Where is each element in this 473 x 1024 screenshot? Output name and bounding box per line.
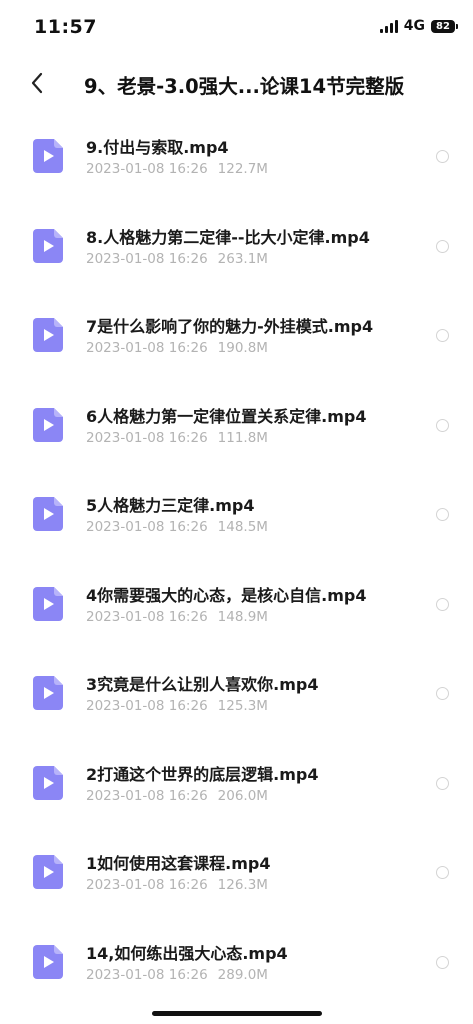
file-name: 3究竟是什么让别人喜欢你.mp4 bbox=[86, 675, 319, 694]
select-radio[interactable] bbox=[436, 150, 449, 163]
list-item[interactable]: 4你需要强大的心态，是核心自信.mp4 2023-01-08 16:26 148.… bbox=[0, 559, 473, 649]
list-item[interactable]: 8.人格魅力第二定律--比大小定律.mp4 2023-01-08 16:26 26… bbox=[0, 201, 473, 291]
list-item[interactable]: 7是什么影响了你的魅力-外挂模式.mp4 2023-01-08 16:26 190… bbox=[0, 290, 473, 380]
list-item[interactable]: 6人格魅力第一定律位置关系定律.mp4 2023-01-08 16:26 111.… bbox=[0, 380, 473, 470]
select-radio[interactable] bbox=[436, 955, 449, 969]
file-name: 9.付出与索取.mp4 bbox=[86, 138, 229, 157]
file-meta: 2023-01-08 16:26 148.5M bbox=[86, 519, 268, 535]
select-radio[interactable] bbox=[436, 508, 449, 521]
file-meta: 2023-01-08 16:26 148.9M bbox=[86, 609, 268, 625]
file-meta: 2023-01-08 16:26 125.3M bbox=[86, 698, 268, 714]
file-date: 2023-01-08 16:26 bbox=[86, 340, 208, 356]
file-size: 289.0M bbox=[217, 966, 268, 983]
file-date: 2023-01-08 16:26 bbox=[86, 787, 208, 804]
list-item[interactable]: 2打通这个世界的底层逻辑.mp4 2023-01-08 16:26 206.0M bbox=[0, 738, 473, 828]
back-button[interactable] bbox=[22, 66, 52, 100]
select-radio[interactable] bbox=[436, 687, 449, 700]
video-file-icon bbox=[33, 318, 63, 352]
file-name: 1如何使用这套课程.mp4 bbox=[86, 854, 271, 873]
file-list: 9.付出与索取.mp4 2023-01-08 16:26 122.7M 8.人格魅… bbox=[0, 111, 473, 1006]
file-meta: 2023-01-08 16:26 289.0M bbox=[86, 967, 268, 983]
video-file-icon bbox=[33, 765, 63, 800]
file-date: 2023-01-08 16:26 bbox=[86, 429, 208, 446]
file-name: 7是什么影响了你的魅力-外挂模式.mp4 bbox=[86, 317, 374, 336]
list-item[interactable]: 9.付出与索取.mp4 2023-01-08 16:26 122.7M bbox=[0, 111, 473, 201]
file-date: 2023-01-08 16:26 bbox=[86, 877, 208, 893]
file-name: 5人格魅力三定律.mp4 bbox=[86, 496, 255, 515]
file-size: 148.5M bbox=[217, 519, 268, 535]
file-date: 2023-01-08 16:26 bbox=[86, 161, 208, 177]
signal-icon bbox=[379, 19, 398, 33]
file-size: 111.8M bbox=[217, 429, 268, 446]
file-date: 2023-01-08 16:26 bbox=[86, 519, 208, 535]
file-date: 2023-01-08 16:26 bbox=[86, 698, 208, 714]
chevron-left-icon bbox=[31, 72, 43, 94]
file-size: 125.3M bbox=[217, 698, 268, 714]
status-bar: 11:57 4G 82 bbox=[0, 0, 473, 56]
video-file-icon bbox=[33, 944, 63, 979]
home-indicator[interactable] bbox=[152, 1011, 322, 1016]
file-size: 190.8M bbox=[217, 340, 268, 356]
file-name: 14,如何练出强大心态.mp4 bbox=[86, 943, 288, 963]
file-size: 206.0M bbox=[217, 787, 268, 804]
select-radio[interactable] bbox=[436, 866, 449, 879]
file-size: 122.7M bbox=[217, 161, 268, 177]
file-name: 4你需要强大的心态，是核心自信.mp4 bbox=[86, 585, 367, 605]
network-type: 4G bbox=[403, 18, 425, 34]
file-name: 8.人格魅力第二定律--比大小定律.mp4 bbox=[86, 227, 370, 247]
file-size: 126.3M bbox=[217, 877, 268, 893]
file-name: 2打通这个世界的底层逻辑.mp4 bbox=[86, 764, 319, 784]
video-file-icon bbox=[33, 676, 63, 710]
file-meta: 2023-01-08 16:26 111.8M bbox=[86, 430, 268, 446]
list-item[interactable]: 3究竟是什么让别人喜欢你.mp4 2023-01-08 16:26 125.3M bbox=[0, 648, 473, 738]
file-meta: 2023-01-08 16:26 122.7M bbox=[86, 161, 268, 177]
file-meta: 2023-01-08 16:26 206.0M bbox=[86, 788, 268, 804]
nav-bar: 9、老景-3.0强大...论课14节完整版 bbox=[0, 60, 473, 108]
file-meta: 2023-01-08 16:26 126.3M bbox=[86, 877, 268, 893]
file-date: 2023-01-08 16:26 bbox=[86, 966, 208, 983]
select-radio[interactable] bbox=[436, 418, 449, 432]
list-item[interactable]: 1如何使用这套课程.mp4 2023-01-08 16:26 126.3M bbox=[0, 827, 473, 917]
video-file-icon bbox=[33, 586, 63, 621]
file-size: 148.9M bbox=[217, 608, 268, 625]
file-date: 2023-01-08 16:26 bbox=[86, 250, 208, 267]
file-size: 263.1M bbox=[217, 250, 268, 267]
status-indicators: 4G 82 bbox=[379, 18, 458, 34]
video-file-icon bbox=[33, 139, 63, 173]
list-item[interactable]: 14,如何练出强大心态.mp4 2023-01-08 16:26 289.0M bbox=[0, 917, 473, 1007]
select-radio[interactable] bbox=[436, 597, 449, 611]
select-radio[interactable] bbox=[436, 329, 449, 342]
list-item[interactable]: 5人格魅力三定律.mp4 2023-01-08 16:26 148.5M bbox=[0, 469, 473, 559]
video-file-icon bbox=[33, 228, 63, 263]
file-date: 2023-01-08 16:26 bbox=[86, 608, 208, 625]
file-meta: 2023-01-08 16:26 190.8M bbox=[86, 340, 268, 356]
status-time: 11:57 bbox=[34, 16, 97, 38]
battery-icon: 82 bbox=[431, 19, 458, 33]
video-file-icon bbox=[33, 855, 63, 889]
video-file-icon bbox=[33, 497, 63, 531]
file-name: 6人格魅力第一定律位置关系定律.mp4 bbox=[86, 406, 367, 426]
select-radio[interactable] bbox=[436, 776, 449, 790]
file-meta: 2023-01-08 16:26 263.1M bbox=[86, 251, 268, 267]
video-file-icon bbox=[33, 407, 63, 442]
page-title: 9、老景-3.0强大...论课14节完整版 bbox=[84, 75, 405, 98]
select-radio[interactable] bbox=[436, 239, 449, 253]
